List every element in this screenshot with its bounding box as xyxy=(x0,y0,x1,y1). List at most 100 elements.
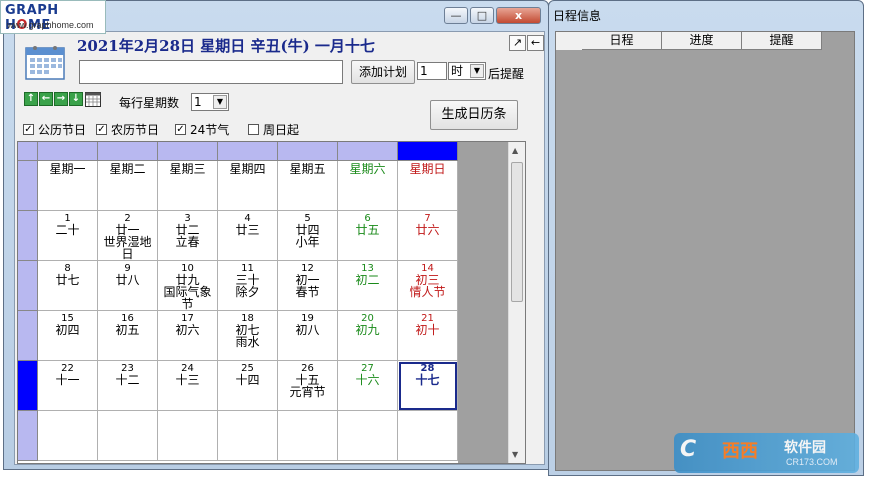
weekday-header-cell: 星期四 xyxy=(218,161,278,211)
add-plan-button[interactable]: 添加计划 xyxy=(351,60,415,84)
row-header[interactable] xyxy=(18,311,38,361)
schedule-column-header[interactable]: 进度 xyxy=(662,32,742,50)
checkbox-label: 公历节日 xyxy=(38,123,87,137)
calendar-day-cell[interactable]: 10 廿九 国际气象节 xyxy=(158,261,218,311)
row-header[interactable] xyxy=(18,261,38,311)
remind-unit-select[interactable]: 时 ▼ xyxy=(448,62,486,80)
calendar-day-cell[interactable]: 27 十六 xyxy=(338,361,398,411)
column-header[interactable] xyxy=(398,142,458,161)
checkbox-box[interactable] xyxy=(248,124,259,135)
chevron-down-icon[interactable]: ▼ xyxy=(470,64,484,78)
calendar-day-cell[interactable] xyxy=(158,411,218,461)
checkbox-week-starts-sunday[interactable]: 周日起 xyxy=(248,121,299,138)
calendar-day-cell[interactable]: 12 初一 春节 xyxy=(278,261,338,311)
lunar-date: 廿五 xyxy=(355,223,380,237)
calendar-day-cell[interactable]: 18 初七 雨水 xyxy=(218,311,278,361)
column-header[interactable] xyxy=(38,142,98,161)
calendar-day-cell[interactable]: 17 初六 xyxy=(158,311,218,361)
calendar-day-cell[interactable]: 26 十五 元宵节 xyxy=(278,361,338,411)
lunar-date: 初八 xyxy=(295,323,320,337)
column-header[interactable] xyxy=(278,142,338,161)
vertical-scrollbar[interactable]: ▲ ▼ xyxy=(508,142,525,463)
arrow-left-icon[interactable]: ← xyxy=(39,92,53,106)
calendar-day-cell[interactable]: 25 十四 xyxy=(218,361,278,411)
plan-text-input[interactable] xyxy=(79,60,343,84)
arrow-right-icon[interactable]: → xyxy=(54,92,68,106)
calendar-day-cell[interactable]: 13 初二 xyxy=(338,261,398,311)
calendar-grid: 星期一 星期二 星期三 星期四 星期五 星期六 星期日 1 二十 2 廿一 世界湿地日 3 廿二 立春 4 廿三… xyxy=(17,141,526,464)
arrow-down-icon[interactable]: ↓ xyxy=(69,92,83,106)
calendar-day-cell[interactable]: 2 廿一 世界湿地日 xyxy=(98,211,158,261)
calendar-day-cell[interactable]: 22 十一 xyxy=(38,361,98,411)
calendar-day-cell[interactable]: 7 廿六 xyxy=(398,211,458,261)
checkbox-box[interactable]: ✓ xyxy=(23,124,34,135)
festival-label: 世界湿地日 xyxy=(103,235,152,261)
scroll-down-icon[interactable]: ▼ xyxy=(512,450,518,459)
day-number xyxy=(158,411,217,414)
scroll-up-icon[interactable]: ▲ xyxy=(512,146,518,155)
calendar-day-cell[interactable]: 16 初五 xyxy=(98,311,158,361)
schedule-window: 日程信息 日程 进度 提醒 xyxy=(548,0,864,476)
checkbox-lunar-holidays[interactable]: ✓ 农历节日 xyxy=(96,121,159,138)
calendar-day-cell[interactable]: 4 廿三 xyxy=(218,211,278,261)
row-header[interactable] xyxy=(18,361,38,411)
calendar-day-cell[interactable] xyxy=(338,411,398,461)
weekday-header-cell: 星期六 xyxy=(338,161,398,211)
maximize-button[interactable]: □ xyxy=(470,7,494,24)
calendar-day-cell[interactable]: 19 初八 xyxy=(278,311,338,361)
checkbox-solar-terms[interactable]: ✓ 24节气 xyxy=(175,121,229,138)
checkbox-box[interactable]: ✓ xyxy=(175,124,186,135)
chevron-down-icon[interactable]: ▼ xyxy=(213,95,227,109)
calendar-day-cell[interactable] xyxy=(38,411,98,461)
month-view-icon[interactable] xyxy=(85,92,101,107)
column-header[interactable] xyxy=(218,142,278,161)
calendar-client-area: 2021年2月28日 星期日 辛丑(牛) 一月十七 ↗ ← 添加计划 1 时 ▼… xyxy=(14,31,545,465)
remind-quantity-input[interactable]: 1 xyxy=(417,62,447,80)
day-number xyxy=(338,411,397,414)
column-header[interactable] xyxy=(158,142,218,161)
calendar-day-cell[interactable]: 20 初九 xyxy=(338,311,398,361)
calendar-day-cell[interactable]: 14 初三 情人节 xyxy=(398,261,458,311)
calendar-day-cell[interactable]: 1 二十 xyxy=(38,211,98,261)
checkbox-solar-holidays[interactable]: ✓ 公历节日 xyxy=(23,121,86,138)
schedule-list[interactable]: 日程 进度 提醒 xyxy=(555,31,855,471)
minimize-button[interactable]: — xyxy=(444,7,468,24)
row-header[interactable] xyxy=(18,411,38,461)
expand-icon[interactable]: ↗ xyxy=(509,35,526,51)
calendar-day-cell[interactable]: 8 廿七 xyxy=(38,261,98,311)
lunar-date: 十三 xyxy=(175,373,200,387)
collapse-icon[interactable]: ← xyxy=(527,35,544,51)
close-button[interactable]: x xyxy=(496,7,541,24)
calendar-day-cell[interactable]: 23 十二 xyxy=(98,361,158,411)
festival-label: 立春 xyxy=(175,235,200,249)
lunar-date: 十六 xyxy=(355,373,380,387)
column-header[interactable] xyxy=(338,142,398,161)
row-header[interactable] xyxy=(18,211,38,261)
calendar-day-cell[interactable] xyxy=(98,411,158,461)
calendar-day-cell[interactable]: 28 十七 xyxy=(398,361,458,411)
calendar-day-cell[interactable]: 6 廿五 xyxy=(338,211,398,261)
schedule-column-header[interactable]: 提醒 xyxy=(742,32,822,50)
column-header[interactable] xyxy=(98,142,158,161)
checkbox-box[interactable]: ✓ xyxy=(96,124,107,135)
calendar-day-cell[interactable] xyxy=(278,411,338,461)
row-header[interactable] xyxy=(18,161,38,211)
scroll-thumb[interactable] xyxy=(511,162,523,302)
calendar-day-cell[interactable]: 5 廿四 小年 xyxy=(278,211,338,261)
calendar-day-cell[interactable]: 3 廿二 立春 xyxy=(158,211,218,261)
weeks-per-row-select[interactable]: 1 ▼ xyxy=(191,93,229,111)
lunar-date: 廿七 xyxy=(55,273,80,287)
calendar-icon xyxy=(25,46,65,80)
weekday-label: 星期日 xyxy=(409,162,446,176)
calendar-day-cell[interactable]: 9 廿八 xyxy=(98,261,158,311)
calendar-day-cell[interactable]: 11 三十 除夕 xyxy=(218,261,278,311)
calendar-day-cell[interactable]: 21 初十 xyxy=(398,311,458,361)
generate-calendar-strip-button[interactable]: 生成日历条 xyxy=(430,100,518,130)
current-date-title: 2021年2月28日 星期日 辛丑(牛) 一月十七 xyxy=(77,37,375,55)
calendar-day-cell[interactable]: 24 十三 xyxy=(158,361,218,411)
schedule-column-header[interactable]: 日程 xyxy=(582,32,662,50)
calendar-day-cell[interactable]: 15 初四 xyxy=(38,311,98,361)
calendar-day-cell[interactable] xyxy=(218,411,278,461)
arrow-up-icon[interactable]: ↑ xyxy=(24,92,38,106)
calendar-day-cell[interactable] xyxy=(398,411,458,461)
